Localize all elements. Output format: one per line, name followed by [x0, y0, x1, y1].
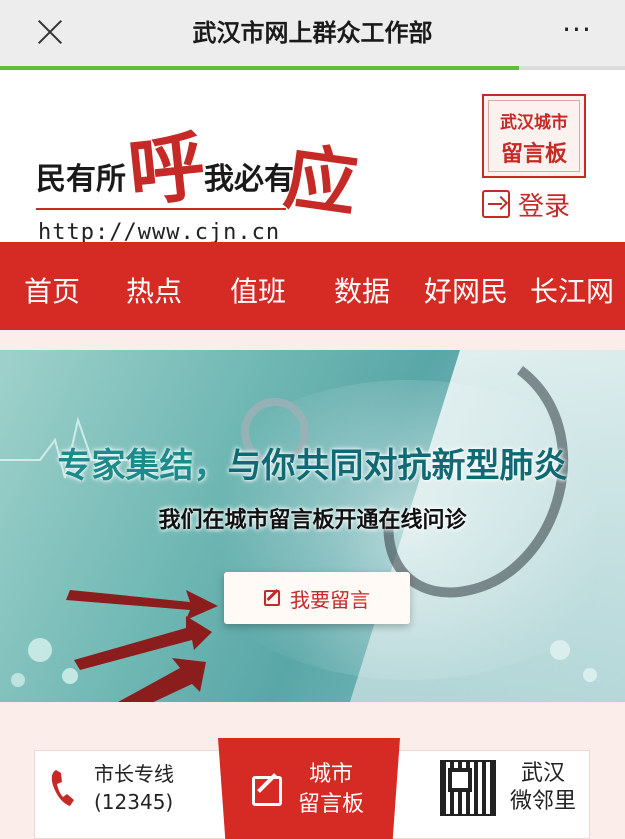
main-nav: 首页 热点 值班 数据 好网民 长江网	[0, 242, 625, 330]
edit-icon	[264, 590, 280, 606]
slogan-divider	[36, 208, 286, 210]
headline-part-1: 专家集结，	[57, 446, 228, 486]
badge-line-1: 武汉城市	[500, 113, 568, 133]
slogan-part-2: 呼	[124, 121, 210, 218]
section-gap	[0, 330, 625, 350]
nav-item-good-netizen[interactable]: 好网民	[424, 270, 508, 310]
board-tab-line-2: 留言板	[298, 792, 365, 817]
hotline-line-2: (12345)	[94, 790, 174, 814]
city-message-board-link[interactable]: 城市 留言板	[218, 738, 400, 839]
site-header: 民有所 呼 我必有 应 http://www.cjn.cn 武汉城市 留言板 登…	[0, 70, 625, 245]
leave-message-button[interactable]: 我要留言	[224, 572, 410, 624]
slogan-part-3: 我必有	[204, 162, 294, 197]
nav-item-changjiang[interactable]: 长江网	[530, 270, 614, 310]
site-logo-slogan[interactable]: 民有所 呼 我必有 应 http://www.cjn.cn	[36, 108, 416, 245]
mayor-hotline-link[interactable]: 市长专线 (12345)	[50, 760, 174, 816]
qr-code-icon	[440, 760, 496, 816]
banner-headline: 专家集结，与你共同对抗新型肺炎	[0, 438, 625, 487]
phone-icon	[51, 770, 74, 806]
neighbor-line-1: 武汉	[521, 761, 566, 786]
page-title: 武汉市网上群众工作部	[192, 19, 433, 47]
nav-item-home[interactable]: 首页	[24, 270, 80, 310]
neighbor-line-2: 微邻里	[510, 789, 577, 814]
message-board-badge[interactable]: 武汉城市 留言板	[482, 94, 586, 178]
quick-links: 市长专线 (12345) 城市 留言板 武汉 微邻里	[0, 702, 625, 839]
nav-item-duty[interactable]: 值班	[230, 270, 286, 310]
nav-item-data[interactable]: 数据	[334, 270, 390, 310]
hotline-text: 市长专线 (12345)	[94, 760, 174, 816]
wuhan-neighbor-link[interactable]: 武汉 微邻里	[440, 760, 576, 816]
slogan-part-1: 民有所	[36, 162, 126, 197]
edit-icon	[252, 776, 282, 806]
headline-part-2: 与你共同对抗新型肺炎	[227, 446, 568, 486]
board-tab-line-1: 城市	[309, 762, 354, 787]
neighbor-text: 武汉 微邻里	[510, 760, 576, 816]
banner-subline: 我们在城市留言板开通在线问诊	[158, 508, 467, 533]
login-icon	[482, 190, 510, 218]
top-bar: 武汉市网上群众工作部 ···	[0, 0, 625, 66]
close-icon[interactable]	[34, 16, 66, 48]
hero-banner[interactable]: 专家集结，与你共同对抗新型肺炎 我们在城市留言板开通在线问诊 我要留言	[0, 350, 625, 702]
slogan-part-4: 应	[279, 133, 363, 228]
more-icon[interactable]: ···	[557, 16, 597, 48]
hotline-line-1: 市长专线	[94, 762, 174, 786]
board-tab-text: 城市 留言板	[298, 760, 364, 820]
badge-line-2: 留言板	[500, 142, 567, 167]
login-button[interactable]: 登录	[482, 186, 570, 222]
nav-item-hot[interactable]: 热点	[126, 270, 182, 310]
leave-message-label: 我要留言	[290, 587, 370, 612]
login-label: 登录	[518, 191, 571, 222]
